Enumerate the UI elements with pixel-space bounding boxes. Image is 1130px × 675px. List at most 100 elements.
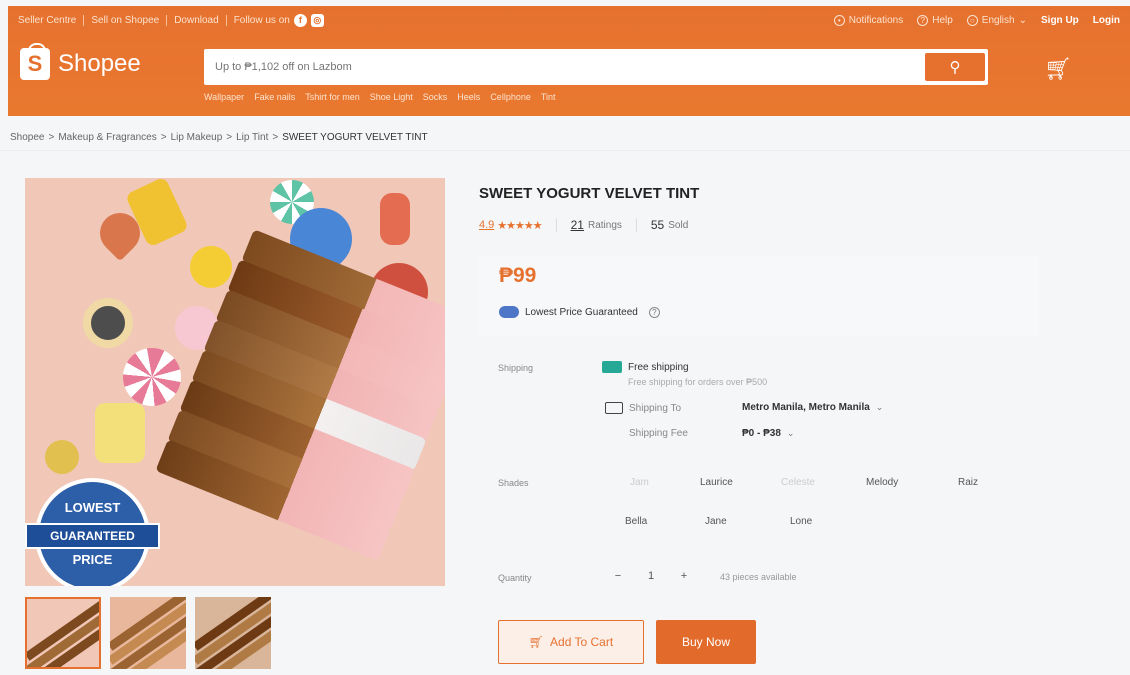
rating-value[interactable]: 4.9	[479, 219, 494, 231]
globe-icon: ○	[966, 14, 978, 26]
help-label: Help	[932, 14, 953, 26]
search-button[interactable]: ⚲	[925, 53, 985, 81]
breadcrumb-link[interactable]: Lip Tint	[236, 132, 268, 143]
language-selector[interactable]: ○ English ⌄	[966, 14, 1027, 26]
chevron-down-icon: ⌄	[786, 428, 795, 438]
divider	[0, 150, 1130, 151]
product-main-image[interactable]: LOWEST GUARANTEED PRICE	[25, 178, 445, 586]
suggestion-link[interactable]: Heels	[457, 92, 480, 102]
search-icon: ⚲	[949, 59, 961, 76]
stock-available: 43 pieces available	[720, 572, 797, 582]
bell-icon: •	[833, 14, 845, 26]
breadcrumb-separator: >	[226, 132, 233, 143]
instagram-icon[interactable]: ◎	[310, 13, 324, 27]
lollipop-decoration	[123, 348, 181, 406]
divider	[166, 14, 168, 26]
breadcrumb-link[interactable]: Makeup & Fragrances	[58, 132, 156, 143]
shipping-fee-selector[interactable]: ₱0 - ₱38 ⌄	[742, 428, 794, 439]
thumbnail-strip	[25, 597, 271, 669]
breadcrumb-separator: >	[48, 132, 55, 143]
facebook-icon[interactable]: f	[293, 13, 307, 27]
shade-option[interactable]: Melody	[866, 477, 898, 488]
shipping-to-label: Shipping To	[629, 402, 682, 414]
ratings-count[interactable]: 21	[571, 218, 584, 232]
shipping-to-row: Shipping To	[605, 402, 681, 414]
divider	[635, 218, 637, 232]
suggestion-link[interactable]: Wallpaper	[204, 92, 244, 102]
chevron-down-icon: ⌄	[875, 402, 884, 412]
notifications-label: Notifications	[848, 14, 904, 26]
increase-button[interactable]: +	[674, 570, 694, 582]
cake-decoration	[95, 403, 145, 463]
shipping-fee-row: Shipping Fee	[629, 428, 688, 439]
shade-option[interactable]: Jam	[630, 477, 649, 488]
breadcrumb-separator: >	[272, 132, 279, 143]
buy-now-button[interactable]: Buy Now	[656, 620, 756, 664]
notifications-link[interactable]: • Notifications	[833, 14, 904, 26]
star-icon: ★★★★★	[497, 219, 542, 232]
free-shipping-row: Free shipping	[602, 361, 689, 373]
shade-option[interactable]: Raiz	[958, 477, 978, 488]
shade-option[interactable]: Bella	[625, 516, 647, 527]
macaron-decoration	[45, 440, 79, 474]
shade-option[interactable]: Laurice	[700, 477, 733, 488]
lowest-price-guarantee[interactable]: Lowest Price Guaranteed ?	[499, 306, 660, 318]
sell-on-shopee-link[interactable]: Sell on Shopee	[91, 15, 159, 26]
help-icon[interactable]: ?	[648, 306, 660, 318]
search-input[interactable]	[207, 61, 925, 73]
help-link[interactable]: ? Help	[917, 14, 953, 26]
divider	[225, 14, 227, 26]
sign-up-link[interactable]: Sign Up	[1041, 15, 1079, 26]
follow-us-label: Follow us on	[233, 14, 290, 26]
shade-option[interactable]: Lone	[790, 516, 812, 527]
shipping-to-selector[interactable]: Metro Manila, Metro Manila ⌄	[742, 402, 883, 413]
thumbnail-image[interactable]	[110, 597, 186, 669]
free-shipping-title: Free shipping	[628, 361, 689, 373]
suggestion-link[interactable]: Cellphone	[490, 92, 531, 102]
shipping-to-value: Metro Manila, Metro Manila	[742, 402, 870, 413]
divider	[555, 218, 557, 232]
suggestion-link[interactable]: Fake nails	[254, 92, 295, 102]
site-header: Seller Centre Sell on Shopee Download Fo…	[8, 6, 1130, 116]
top-bar: Seller Centre Sell on Shopee Download Fo…	[8, 6, 1130, 34]
language-label: English	[981, 14, 1015, 26]
shopee-logo[interactable]: S Shopee	[20, 43, 141, 80]
suggestion-link[interactable]: Shoe Light	[370, 92, 413, 102]
truck-icon	[605, 402, 623, 414]
shipping-fee-label: Shipping Fee	[629, 428, 688, 439]
decrease-button[interactable]: −	[608, 570, 628, 582]
buy-now-label: Buy Now	[681, 635, 731, 649]
suggestion-link[interactable]: Tint	[541, 92, 556, 102]
seller-centre-link[interactable]: Seller Centre	[18, 15, 76, 26]
login-link[interactable]: Login	[1093, 15, 1120, 26]
ratings-label: Ratings	[587, 219, 622, 231]
popsicle-decoration	[380, 193, 410, 245]
breadcrumb-link[interactable]: Lip Makeup	[171, 132, 223, 143]
badge-bottom-text: PRICE	[72, 552, 113, 567]
thumbnail-image[interactable]	[195, 597, 271, 669]
free-shipping-icon	[602, 361, 622, 373]
cart-icon[interactable]: 🛒︎	[1044, 56, 1072, 82]
badge-top-text: LOWEST	[64, 500, 121, 515]
quantity-stepper: − 1 +	[608, 570, 694, 582]
logo-text: Shopee	[58, 50, 141, 77]
shades-label: Shades	[498, 478, 529, 488]
shipping-label: Shipping	[498, 363, 534, 373]
shade-option[interactable]: Celeste	[781, 477, 815, 488]
suggestion-link[interactable]: Tshirt for men	[305, 92, 360, 102]
quantity-input[interactable]: 1	[628, 570, 674, 582]
thumbnail-image[interactable]	[25, 597, 101, 669]
shade-option[interactable]: Jane	[705, 516, 727, 527]
price-section: ₱99 Lowest Price Guaranteed ?	[479, 256, 1039, 336]
breadcrumb: Shopee > Makeup & Fragrances > Lip Makeup >…	[10, 132, 428, 143]
product-title: SWEET YOGURT VELVET TINT	[479, 185, 700, 202]
breadcrumb-link[interactable]: Shopee	[10, 132, 44, 143]
question-icon: ?	[917, 14, 929, 26]
cart-add-icon: 🛒︎	[528, 635, 545, 649]
download-link[interactable]: Download	[174, 15, 218, 26]
free-shipping-subtitle: Free shipping for orders over ₱500	[628, 377, 768, 387]
suggestion-link[interactable]: Socks	[423, 92, 448, 102]
guarantee-icon	[499, 306, 519, 318]
add-to-cart-button[interactable]: 🛒︎ Add To Cart	[498, 620, 644, 664]
divider	[83, 14, 85, 26]
